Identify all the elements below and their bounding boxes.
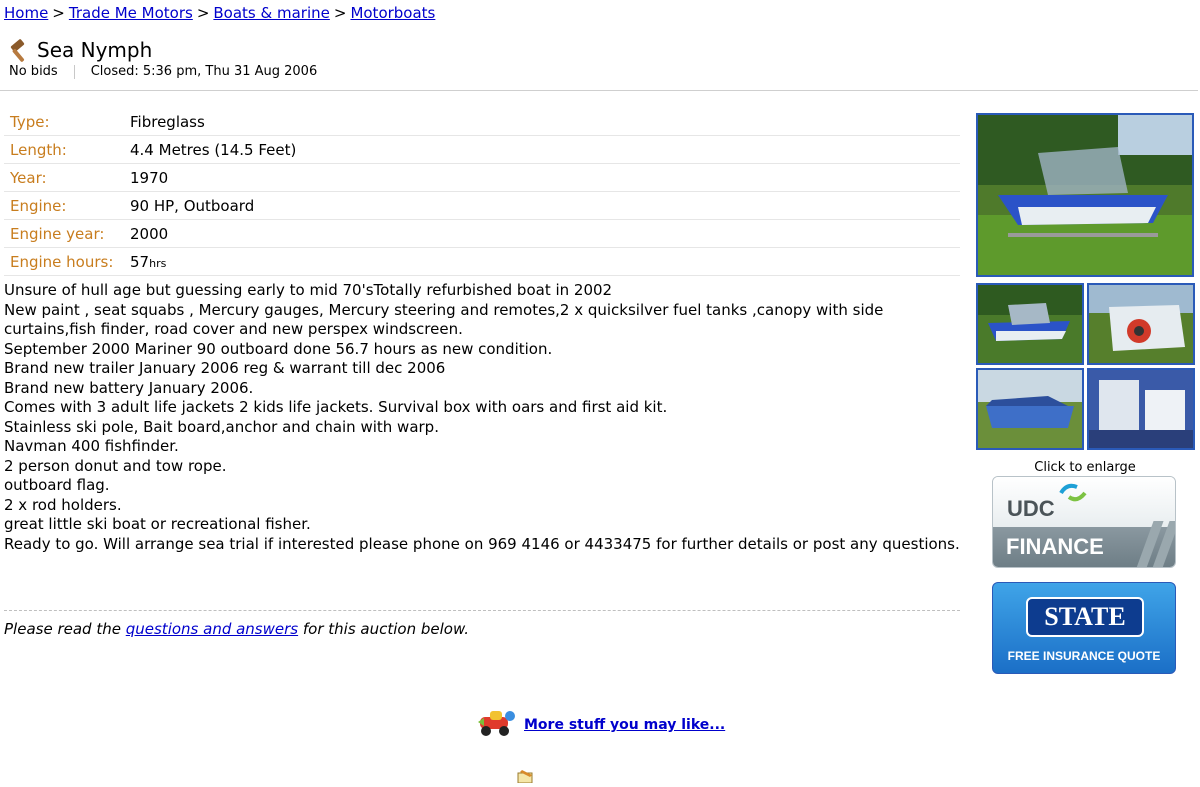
attribute-value: 90 HP, Outboard (130, 196, 255, 215)
gavel-icon (8, 37, 34, 63)
toy-car-icon (476, 708, 518, 742)
attribute-label: Engine year: (10, 224, 105, 243)
udc-logo-icon (1057, 483, 1087, 507)
divider (0, 90, 1198, 91)
description-line: September 2000 Mariner 90 outboard done … (4, 339, 553, 358)
attribute-value: 4.4 Metres (14.5 Feet) (130, 140, 297, 159)
description-line: 2 person donut and tow rope. (4, 456, 227, 475)
breadcrumb-separator: > (333, 4, 347, 22)
listing-header: Sea Nymph (8, 37, 152, 63)
divider (4, 610, 960, 611)
qa-suffix: for this auction below. (302, 620, 470, 638)
qa-notice: Please read the questions and answers fo… (4, 620, 469, 638)
state-logo-text: STATE (1044, 602, 1126, 631)
listing-description: Unsure of hull age but guessing early to… (4, 281, 960, 554)
attribute-row: Year: 1970 (4, 164, 960, 192)
more-stuff: More stuff you may like... (476, 708, 725, 742)
attributes-table: Type: Fibreglass Length: 4.4 Metres (14.… (4, 108, 960, 276)
description-line: Brand new battery January 2006. (4, 378, 254, 397)
breadcrumb: Home > Trade Me Motors > Boats & marine > Moto… (4, 4, 435, 22)
thumbnail-photo[interactable] (976, 368, 1084, 450)
pencil-icon (516, 768, 536, 784)
state-ad-tagline: FREE INSURANCE QUOTE (1007, 649, 1161, 663)
breadcrumb-motorboats-link[interactable]: Motorboats (350, 4, 435, 22)
questions-and-answers-link[interactable]: questions and answers (126, 620, 298, 638)
page-title: Sea Nymph (37, 38, 153, 62)
attribute-value: 1970 (130, 168, 169, 187)
main-photo[interactable] (976, 113, 1194, 277)
description-line: Stainless ski pole, Bait board,anchor an… (4, 417, 439, 436)
thumbnail-photo[interactable] (1087, 368, 1195, 450)
more-stuff-link[interactable]: More stuff you may like... (524, 717, 725, 733)
attribute-label: Type: (10, 112, 50, 131)
attribute-row: Engine year: 2000 (4, 220, 960, 248)
udc-finance-label: FINANCE (1006, 534, 1104, 559)
bid-count: No bids (9, 64, 58, 79)
description-line: Ready to go. Will arrange sea trial if i… (4, 534, 960, 553)
attribute-value: Fibreglass (130, 112, 205, 131)
qa-prefix: Please read the (4, 620, 121, 638)
attribute-row: Length: 4.4 Metres (14.5 Feet) (4, 136, 960, 164)
thumbnail-photo[interactable] (976, 283, 1084, 365)
engine-hours-unit: hrs (149, 256, 167, 270)
state-logo: STATE (1026, 597, 1144, 637)
thumbnail-photo[interactable] (1087, 283, 1195, 365)
breadcrumb-boats-link[interactable]: Boats & marine (213, 4, 329, 22)
udc-logo-text: UDC (1007, 496, 1055, 521)
closed-time: Closed: 5:36 pm, Thu 31 Aug 2006 (90, 64, 318, 79)
click-to-enlarge-caption: Click to enlarge (1034, 460, 1136, 475)
description-line: Navman 400 fishfinder. (4, 437, 179, 455)
description-line: New paint , seat squabs , Mercury gauges… (4, 300, 884, 339)
auction-status: No bids Closed: 5:36 pm, Thu 31 Aug 2006 (9, 64, 317, 80)
description-line: outboard flag. (4, 476, 110, 494)
attribute-row: Engine: 90 HP, Outboard (4, 192, 960, 220)
breadcrumb-home-link[interactable]: Home (4, 4, 48, 22)
udc-ad-top: UDC (993, 477, 1175, 527)
udc-finance-ad[interactable]: UDC FINANCE (992, 476, 1176, 568)
attribute-value: 57hrs (130, 253, 166, 271)
description-line: Unsure of hull age but guessing early to… (4, 281, 613, 299)
attribute-label: Engine hours: (10, 252, 114, 271)
attribute-label: Length: (10, 140, 67, 159)
udc-ad-bottom: FINANCE (993, 521, 1175, 567)
breadcrumb-separator: > (196, 4, 210, 22)
engine-hours-value: 57 (130, 252, 150, 271)
description-line: great little ski boat or recreational fi… (4, 515, 311, 533)
description-line: 2 x rod holders. (4, 495, 122, 514)
attribute-label: Year: (10, 168, 47, 187)
breadcrumb-motors-link[interactable]: Trade Me Motors (69, 4, 193, 22)
attribute-label: Engine: (10, 196, 67, 215)
divider (73, 65, 75, 79)
state-insurance-ad[interactable]: STATE FREE INSURANCE QUOTE (992, 582, 1176, 674)
attribute-value: 2000 (130, 224, 169, 243)
attribute-row: Type: Fibreglass (4, 108, 960, 136)
description-line: Brand new trailer January 2006 reg & war… (4, 359, 446, 377)
attribute-row: Engine hours: 57hrs (4, 248, 960, 276)
breadcrumb-separator: > (52, 4, 65, 22)
description-line: Comes with 3 adult life jackets 2 kids l… (4, 398, 668, 416)
